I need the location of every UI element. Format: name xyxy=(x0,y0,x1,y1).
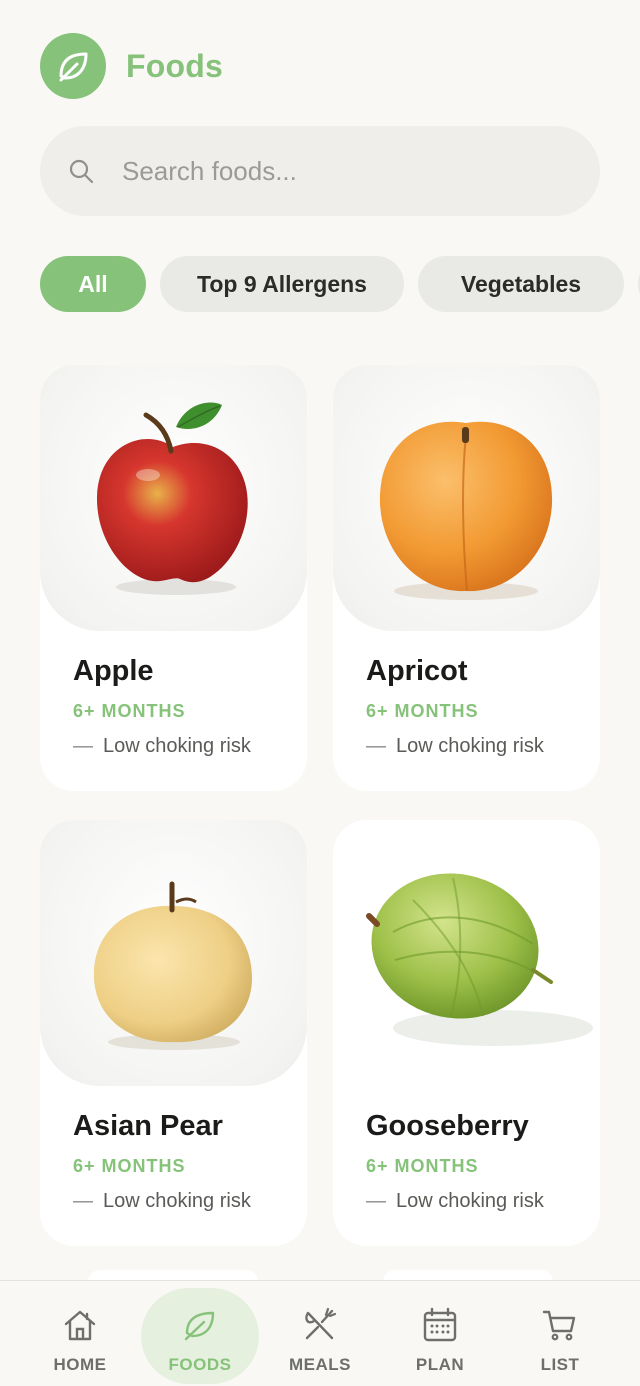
nav-item-meals[interactable]: MEALS xyxy=(260,1281,380,1386)
nav-item-plan[interactable]: PLAN xyxy=(380,1281,500,1386)
food-card-asian-pear[interactable]: Asian Pear 6+ MONTHS — Low choking risk xyxy=(40,820,307,1246)
food-age: 6+ MONTHS xyxy=(73,701,186,721)
food-name: Gooseberry xyxy=(366,1110,529,1142)
search-input[interactable] xyxy=(120,154,524,188)
food-name: Apple xyxy=(73,655,154,687)
food-name: Apricot xyxy=(366,655,468,687)
nav-item-list[interactable]: LIST xyxy=(500,1281,620,1386)
food-name: Asian Pear xyxy=(73,1110,223,1142)
search-bar[interactable] xyxy=(40,126,600,216)
bottom-nav: HOME FOODS MEALS PLAN LIST xyxy=(0,1280,640,1386)
leaf-icon xyxy=(180,1305,220,1345)
cart-icon xyxy=(540,1305,580,1345)
fork-knife-icon xyxy=(300,1305,340,1345)
food-image-apricot xyxy=(333,365,600,631)
filter-chip-vegetables[interactable]: Vegetables xyxy=(418,256,624,312)
food-age: 6+ MONTHS xyxy=(366,1156,479,1176)
dash-icon: — xyxy=(73,1190,93,1212)
food-age: 6+ MONTHS xyxy=(366,701,479,721)
food-image-apple xyxy=(40,365,307,631)
nav-item-home[interactable]: HOME xyxy=(20,1281,140,1386)
food-card-apple[interactable]: Apple 6+ MONTHS — Low choking risk xyxy=(40,365,307,791)
app-header: Foods xyxy=(40,33,223,99)
nav-label: PLAN xyxy=(415,1355,465,1374)
food-risk: — Low choking risk xyxy=(73,1190,251,1213)
food-risk: — Low choking risk xyxy=(366,1190,544,1213)
page-title: Foods xyxy=(126,47,223,84)
filter-chip-top-9-allergens[interactable]: Top 9 Allergens xyxy=(160,256,404,312)
search-icon xyxy=(66,156,96,186)
nav-item-foods[interactable]: FOODS xyxy=(140,1281,260,1386)
dash-icon: — xyxy=(366,1190,386,1212)
food-risk-label: Low choking risk xyxy=(103,735,251,757)
food-risk: — Low choking risk xyxy=(73,735,251,758)
nav-label: HOME xyxy=(53,1355,107,1374)
nav-label: MEALS xyxy=(289,1355,351,1374)
food-risk-label: Low choking risk xyxy=(396,1190,544,1212)
dash-icon: — xyxy=(73,735,93,757)
nav-label: FOODS xyxy=(168,1355,232,1374)
food-risk: — Low choking risk xyxy=(366,735,544,758)
food-risk-label: Low choking risk xyxy=(396,735,544,757)
home-icon xyxy=(60,1305,100,1345)
dash-icon: — xyxy=(366,735,386,757)
food-risk-label: Low choking risk xyxy=(103,1190,251,1212)
food-image-gooseberry xyxy=(333,820,600,1086)
food-age: 6+ MONTHS xyxy=(73,1156,186,1176)
filter-chips: All Top 9 Allergens Vegetables xyxy=(40,256,640,312)
food-image-asian-pear xyxy=(40,820,307,1086)
food-card-gooseberry[interactable]: Gooseberry 6+ MONTHS — Low choking risk xyxy=(333,820,600,1246)
nav-label: LIST xyxy=(540,1355,580,1374)
food-card-apricot[interactable]: Apricot 6+ MONTHS — Low choking risk xyxy=(333,365,600,791)
leaf-icon xyxy=(40,33,106,99)
calendar-icon xyxy=(420,1305,460,1345)
filter-chip-all[interactable]: All xyxy=(40,256,146,312)
